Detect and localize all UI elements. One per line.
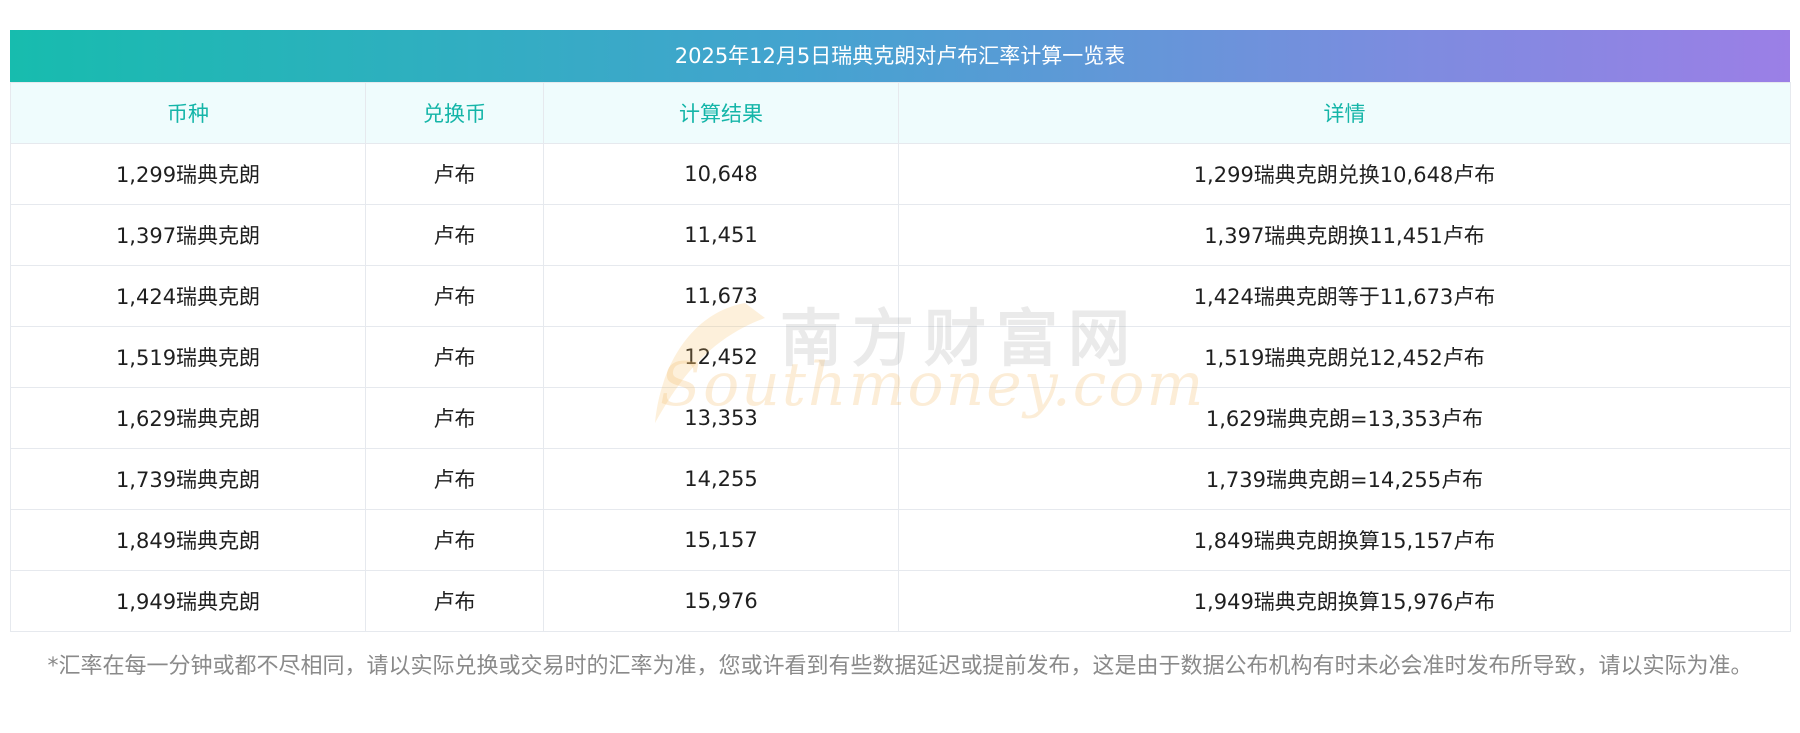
cell-target: 卢布 xyxy=(365,265,544,327)
table-row: 1,424瑞典克朗 卢布 11,673 1,424瑞典克朗等于11,673卢布 xyxy=(10,265,1791,327)
cell-result: 11,673 xyxy=(543,265,899,327)
cell-result: 10,648 xyxy=(543,143,899,205)
cell-detail: 1,739瑞典克朗=14,255卢布 xyxy=(898,448,1791,510)
cell-target: 卢布 xyxy=(365,509,544,571)
cell-result: 13,353 xyxy=(543,387,899,449)
cell-detail: 1,424瑞典克朗等于11,673卢布 xyxy=(898,265,1791,327)
cell-currency: 1,424瑞典克朗 xyxy=(10,265,366,327)
cell-target: 卢布 xyxy=(365,143,544,205)
cell-currency: 1,519瑞典克朗 xyxy=(10,326,366,388)
cell-detail: 1,299瑞典克朗兑换10,648卢布 xyxy=(898,143,1791,205)
cell-detail: 1,849瑞典克朗换算15,157卢布 xyxy=(898,509,1791,571)
header-target: 兑换币 xyxy=(365,82,544,144)
cell-target: 卢布 xyxy=(365,448,544,510)
cell-detail: 1,519瑞典克朗兑12,452卢布 xyxy=(898,326,1791,388)
cell-detail: 1,629瑞典克朗=13,353卢布 xyxy=(898,387,1791,449)
table-row: 1,299瑞典克朗 卢布 10,648 1,299瑞典克朗兑换10,648卢布 xyxy=(10,143,1791,205)
cell-detail: 1,397瑞典克朗换11,451卢布 xyxy=(898,204,1791,266)
header-currency: 币种 xyxy=(10,82,366,144)
cell-target: 卢布 xyxy=(365,570,544,632)
table-row: 1,949瑞典克朗 卢布 15,976 1,949瑞典克朗换算15,976卢布 xyxy=(10,570,1791,632)
table-row: 1,739瑞典克朗 卢布 14,255 1,739瑞典克朗=14,255卢布 xyxy=(10,448,1791,510)
cell-currency: 1,397瑞典克朗 xyxy=(10,204,366,266)
disclaimer-note: *汇率在每一分钟或都不尽相同，请以实际兑换或交易时的汇率为准，您或许看到有些数据… xyxy=(47,654,1753,679)
cell-result: 12,452 xyxy=(543,326,899,388)
cell-result: 15,976 xyxy=(543,570,899,632)
cell-target: 卢布 xyxy=(365,326,544,388)
table-title: 2025年12月5日瑞典克朗对卢布汇率计算一览表 xyxy=(10,30,1790,82)
cell-result: 15,157 xyxy=(543,509,899,571)
cell-currency: 1,849瑞典克朗 xyxy=(10,509,366,571)
table-row: 1,629瑞典克朗 卢布 13,353 1,629瑞典克朗=13,353卢布 xyxy=(10,387,1791,449)
cell-result: 14,255 xyxy=(543,448,899,510)
header-detail: 详情 xyxy=(898,82,1791,144)
rate-table-container: 2025年12月5日瑞典克朗对卢布汇率计算一览表 币种 兑换币 计算结果 详情 … xyxy=(10,30,1791,632)
table-header-row: 币种 兑换币 计算结果 详情 xyxy=(10,82,1791,144)
page: 2025年12月5日瑞典克朗对卢布汇率计算一览表 币种 兑换币 计算结果 详情 … xyxy=(0,0,1800,733)
cell-target: 卢布 xyxy=(365,387,544,449)
header-result: 计算结果 xyxy=(543,82,899,144)
cell-target: 卢布 xyxy=(365,204,544,266)
cell-currency: 1,629瑞典克朗 xyxy=(10,387,366,449)
cell-result: 11,451 xyxy=(543,204,899,266)
cell-currency: 1,299瑞典克朗 xyxy=(10,143,366,205)
table-row: 1,849瑞典克朗 卢布 15,157 1,849瑞典克朗换算15,157卢布 xyxy=(10,509,1791,571)
table-row: 1,519瑞典克朗 卢布 12,452 1,519瑞典克朗兑12,452卢布 xyxy=(10,326,1791,388)
table-row: 1,397瑞典克朗 卢布 11,451 1,397瑞典克朗换11,451卢布 xyxy=(10,204,1791,266)
cell-detail: 1,949瑞典克朗换算15,976卢布 xyxy=(898,570,1791,632)
cell-currency: 1,949瑞典克朗 xyxy=(10,570,366,632)
cell-currency: 1,739瑞典克朗 xyxy=(10,448,366,510)
rate-table: 币种 兑换币 计算结果 详情 1,299瑞典克朗 卢布 10,648 1,299… xyxy=(10,82,1791,632)
